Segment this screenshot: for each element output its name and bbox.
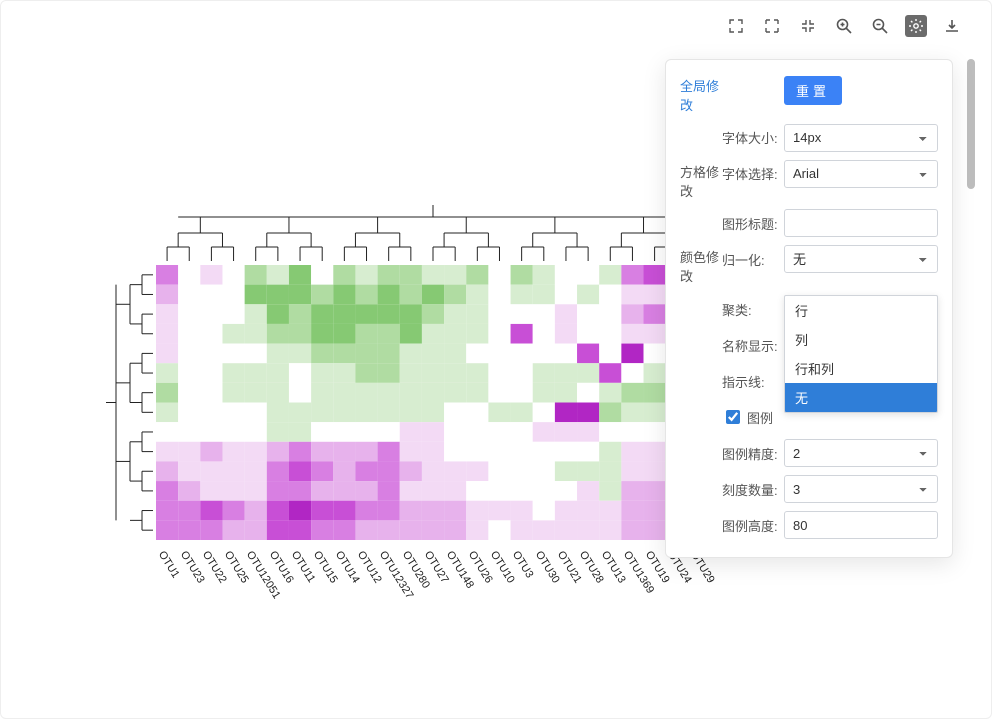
- name-display-label: 名称显示:: [722, 331, 784, 359]
- legend-height-input[interactable]: [784, 511, 938, 539]
- xlabel: OTU1: [156, 549, 182, 580]
- cluster-option-both[interactable]: 行和列: [785, 354, 937, 383]
- cluster-option-col[interactable]: 列: [785, 325, 937, 354]
- settings-panel: 全局修改 重置 字体大小: 14px 方格修改 字体选择: Arial: [665, 59, 953, 558]
- toolbar: [725, 15, 963, 37]
- reset-button[interactable]: 重置: [784, 76, 842, 105]
- cluster-option-row[interactable]: 行: [785, 296, 937, 325]
- legend-checkbox-label: 图例: [747, 408, 773, 427]
- section-grid[interactable]: 方格修改: [680, 160, 722, 202]
- settings-icon[interactable]: [905, 15, 927, 37]
- expand-icon[interactable]: [725, 15, 747, 37]
- legend-precision-select[interactable]: 2: [784, 439, 938, 467]
- cluster-label: 聚类:: [722, 295, 784, 323]
- legend-checkbox[interactable]: [726, 410, 740, 424]
- fullscreen-icon[interactable]: [761, 15, 783, 37]
- panel-scrollbar[interactable]: [967, 59, 975, 445]
- tick-count-label: 刻度数量:: [722, 475, 784, 503]
- heatmap-x-labels: OTU1OTU23OTU22OTU25OTU12051OTU16OTU11OTU…: [158, 549, 712, 629]
- guideline-label: 指示线:: [722, 367, 784, 395]
- tick-count-select[interactable]: 3: [784, 475, 938, 503]
- font-family-label: 字体选择:: [722, 160, 784, 188]
- compress-icon[interactable]: [797, 15, 819, 37]
- app-frame: 全局修改 重置 字体大小: 14px 方格修改 字体选择: Arial: [0, 0, 992, 719]
- font-size-select[interactable]: 14px: [784, 124, 938, 152]
- normalize-label: 归一化:: [722, 245, 784, 273]
- cluster-option-none[interactable]: 无: [785, 383, 937, 412]
- normalize-select[interactable]: 无: [784, 245, 938, 273]
- legend-precision-label: 图例精度:: [722, 439, 784, 467]
- font-size-label: 字体大小:: [722, 124, 784, 152]
- section-color[interactable]: 颜色修改: [680, 245, 722, 287]
- chart-title-label: 图形标题:: [722, 209, 784, 237]
- download-icon[interactable]: [941, 15, 963, 37]
- section-global[interactable]: 全局修改: [680, 74, 722, 116]
- chart-title-input[interactable]: [784, 209, 938, 237]
- cluster-dropdown-open[interactable]: 行 列 行和列 无: [784, 295, 938, 413]
- zoom-out-icon[interactable]: [869, 15, 891, 37]
- legend-height-label: 图例高度:: [722, 511, 784, 539]
- zoom-in-icon[interactable]: [833, 15, 855, 37]
- font-family-select[interactable]: Arial: [784, 160, 938, 188]
